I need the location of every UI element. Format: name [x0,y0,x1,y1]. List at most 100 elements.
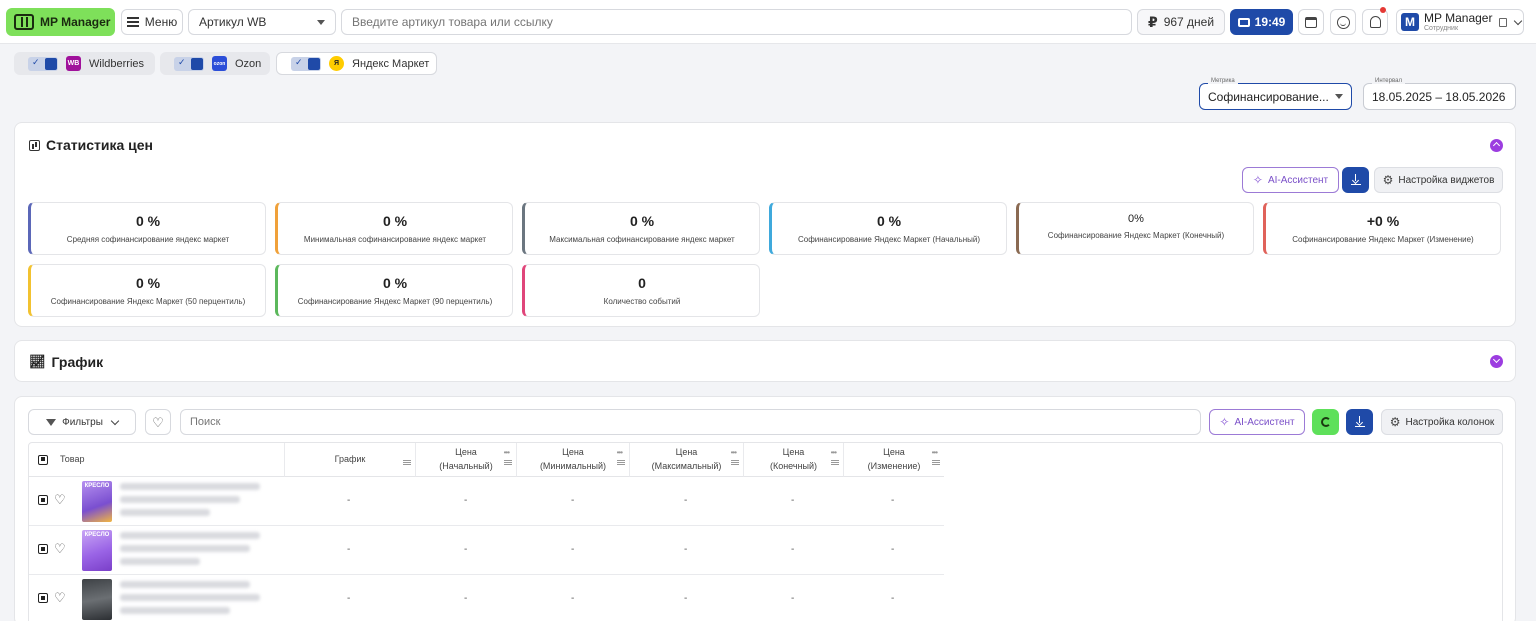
expand-down-icon[interactable] [1490,355,1503,368]
gear-icon: ⚙ [1382,173,1394,187]
column-menu-icon[interactable] [731,460,739,461]
product-thumbnail[interactable]: КРЕСЛО [82,530,112,571]
table-row[interactable]: ♡ КРЕСЛО - - - - - - [29,526,944,575]
collapse-up-icon[interactable] [1490,139,1503,152]
column-menu-icon[interactable] [831,460,839,461]
marketplace-toggle-wildberries[interactable]: WB Wildberries [14,52,155,75]
column-settings-button[interactable]: ⚙ Настройка колонок [1381,409,1503,435]
column-menu-icon[interactable] [617,460,625,461]
favorite-heart-icon[interactable]: ♡ [54,591,66,604]
marketplace-toggle-yandex[interactable]: Я Яндекс Маркет [276,52,437,75]
chevron-down-icon [110,416,120,425]
cell-chart: - [347,544,351,555]
more-icon[interactable]: ••• [932,447,938,459]
column-menu-icon[interactable] [403,460,411,461]
account-name: MP Manager [1424,11,1493,25]
thumbnail-label: КРЕСЛО [84,483,110,489]
row-checkbox[interactable] [38,593,48,603]
column-header-price-end[interactable]: Цена (Конечный) ••• [743,443,843,477]
logo-icon [14,14,34,30]
column-header-price-min[interactable]: Цена (Минимальный) ••• [516,443,629,477]
more-icon[interactable]: ••• [504,447,510,459]
refresh-button[interactable] [1312,409,1339,435]
ai-label: AI-Ассистент [1234,416,1295,428]
kpi-value: 0 % [382,275,408,291]
marketplace-label: Wildberries [89,57,145,70]
article-search-input[interactable] [341,9,1132,35]
webinar-time-button[interactable]: 19:49 [1230,9,1293,35]
column-menu-icon[interactable] [932,460,940,461]
logo[interactable]: MP Manager [6,8,115,36]
table-search-input[interactable] [180,409,1201,435]
product-thumbnail[interactable]: КРЕСЛО [82,481,112,522]
feedback-button[interactable] [1330,9,1356,35]
caret-down-icon [1335,94,1343,99]
row-checkbox[interactable] [38,495,48,505]
gear-icon: ⚙ [1389,415,1401,429]
notifications-button[interactable] [1362,7,1388,35]
account-menu[interactable]: M MP Manager Сотрудник [1396,9,1524,35]
article-type-select[interactable]: Артикул WB [188,9,336,35]
ruble-icon: ₽ [1147,13,1158,30]
favorite-heart-icon[interactable]: ♡ [54,542,66,555]
cell-price-end: - [791,593,795,604]
column-header-price-start[interactable]: Цена (Начальный) ••• [415,443,516,477]
product-info-blurred [120,581,270,620]
more-icon[interactable]: ••• [831,447,837,459]
menu-button[interactable]: Меню [121,9,183,35]
cell-price-max: - [684,495,688,506]
toggle-switch[interactable] [174,56,204,71]
marketplace-toggle-ozon[interactable]: ozon Ozon [160,52,270,75]
column-label: Цена [782,447,805,457]
favorite-heart-icon[interactable]: ♡ [54,493,66,506]
more-icon[interactable]: ••• [617,447,623,459]
account-role: Сотрудник [1424,25,1459,32]
download-button[interactable] [1342,167,1369,193]
toggle-switch[interactable] [28,56,58,71]
kpi-value: 0 % [629,213,655,229]
notification-dot [1380,7,1386,13]
kpi-value: 0 % [876,213,902,229]
kpi-label: Софинансирование Яндекс Маркет (90 перце… [297,297,493,306]
column-header-chart[interactable]: График [284,443,415,477]
bell-icon [1369,16,1381,28]
cell-price-start: - [464,544,468,555]
avatar: M [1401,13,1419,31]
cell-price-start: - [464,495,468,506]
more-icon[interactable]: ••• [731,447,737,459]
metric-select[interactable]: Метрика Софинансирование... [1199,78,1352,110]
download-button[interactable] [1346,409,1373,435]
product-thumbnail[interactable] [82,579,112,620]
filters-button[interactable]: Фильтры [28,409,136,435]
toggle-switch[interactable] [291,56,321,71]
column-menu-icon[interactable] [504,460,512,461]
refresh-icon [1320,417,1331,427]
kpi-value: 0 [638,275,646,291]
ai-assistant-button[interactable]: ✧ AI-Ассистент [1209,409,1305,435]
calendar-button[interactable] [1298,9,1324,35]
kpi-card: 0 % Софинансирование Яндекс Маркет (Нача… [769,202,1007,255]
graph-title: График [51,354,104,370]
kpi-card: 0 % Средняя софинансирование яндекс марк… [28,202,266,255]
cell-price-change: - [891,495,895,506]
kpi-label: Софинансирование Яндекс Маркет (Начальны… [797,235,980,244]
widget-settings-button[interactable]: ⚙ Настройка виджетов [1374,167,1503,193]
table-row[interactable]: ♡ - - - - - - [29,575,944,621]
subscription-days-button[interactable]: ₽ 967 дней [1137,9,1225,35]
column-header-price-change[interactable]: Цена (Изменение) ••• [843,443,944,477]
ai-assistant-button[interactable]: ✧ AI-Ассистент [1242,167,1339,193]
column-header-price-max[interactable]: Цена (Максимальный) ••• [629,443,743,477]
kpi-label: Софинансирование Яндекс Маркет (Изменени… [1292,235,1474,244]
interval-picker[interactable]: Интервал 18.05.2025 – 18.05.2026 [1363,78,1516,110]
favorites-filter-button[interactable]: ♡ [145,409,171,435]
column-header-product[interactable]: Товар [29,443,284,477]
marketplace-label: Яндекс Маркет [352,57,430,70]
column-label: Цена [455,447,477,457]
thumbnail-label: КРЕСЛО [84,532,110,538]
kpi-value: 0 % [382,213,408,229]
table-row[interactable]: ♡ КРЕСЛО - - - - - - [29,477,944,526]
products-table-card: Фильтры ♡ ✧ AI-Ассистент ⚙ Настройка кол… [14,396,1516,621]
row-checkbox[interactable] [38,544,48,554]
copy-icon[interactable] [1499,17,1508,27]
select-all-checkbox[interactable] [38,454,48,465]
